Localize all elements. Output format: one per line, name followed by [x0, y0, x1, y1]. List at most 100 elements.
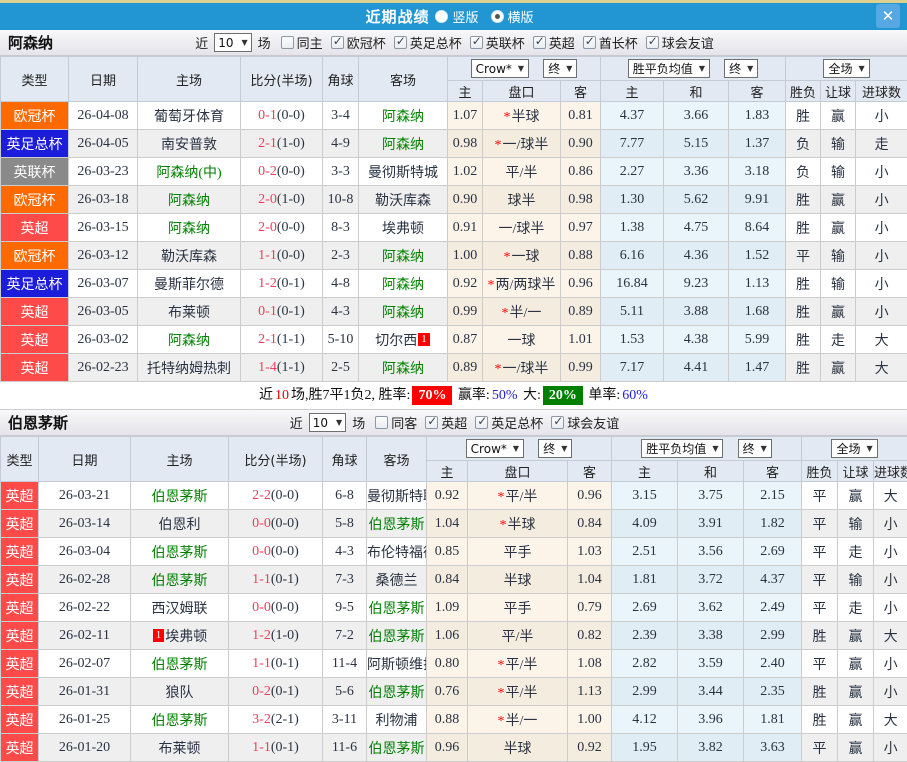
star-marker: *	[502, 306, 509, 321]
result-wdl: 平	[802, 538, 838, 566]
result-handicap: 赢	[821, 214, 856, 242]
recent-games-select[interactable]: 10▼	[214, 33, 251, 52]
avg-draw: 3.88	[664, 298, 729, 326]
result-wdl: 平	[802, 650, 838, 678]
avg-draw: 3.82	[678, 734, 744, 762]
odds-source-select[interactable]: Crow*▼	[471, 59, 529, 78]
result-wdl: 平	[802, 734, 838, 762]
match-row: 欧冠杯26-03-12勒沃库森1-1(0-0)2-3阿森纳1.00*一球0.88…	[1, 242, 907, 270]
sub-col-handicap: 盘口	[483, 81, 561, 102]
result-handicap: 赢	[821, 298, 856, 326]
results-table: 类型 日期 主场 比分(半场) 角球 客场 Crow*▼ 终▼ 胜平负均值▼ 终…	[0, 56, 907, 382]
col-header-home: 主场	[131, 437, 229, 482]
match-date: 26-03-05	[69, 298, 138, 326]
result-handicap: 赢	[838, 650, 874, 678]
star-marker: *	[498, 658, 505, 673]
league-badge: 欧冠杯	[1, 102, 69, 130]
match-row: 英超26-02-22西汉姆联0-0(0-0)9-5伯恩茅斯1.09平手0.792…	[1, 594, 907, 622]
home-team: 布莱顿	[138, 298, 241, 326]
fulltime-score: 2-0	[258, 220, 277, 235]
filter-checkbox[interactable]	[646, 36, 659, 49]
score-cell: 2-0(0-0)	[241, 214, 323, 242]
result-goals: 小	[874, 734, 907, 762]
home-team-name: 伯恩茅斯	[152, 490, 208, 505]
filter-checkbox[interactable]	[533, 36, 546, 49]
fulltime-score: 0-1	[258, 304, 277, 319]
avg-state-select[interactable]: 终▼	[724, 59, 758, 78]
filter-checkbox[interactable]	[475, 416, 488, 429]
home-team-name: 布莱顿	[159, 742, 201, 757]
result-goals: 大	[856, 354, 907, 382]
score-cell: 1-1(0-1)	[229, 734, 323, 762]
halftime-score: (0-0)	[271, 600, 299, 615]
filter-checkbox[interactable]	[394, 36, 407, 49]
chevron-down-icon: ▼	[566, 64, 572, 73]
layout-radio[interactable]	[491, 10, 504, 23]
away-team: 曼彻斯特城	[359, 158, 448, 186]
away-team-name: 切尔西	[375, 334, 417, 349]
score-cell: 2-2(0-0)	[229, 482, 323, 510]
avg-home: 5.11	[601, 298, 664, 326]
avg-away: 3.18	[729, 158, 786, 186]
match-row: 欧冠杯26-04-08葡萄牙体育0-1(0-0)3-4阿森纳1.07*半球0.8…	[1, 102, 907, 130]
avg-type-select[interactable]: 胜平负均值▼	[641, 439, 723, 458]
home-odds: 0.80	[427, 650, 468, 678]
odds-state-select[interactable]: 终▼	[543, 59, 577, 78]
halftime-score: (0-0)	[271, 544, 299, 559]
filter-checkbox[interactable]	[470, 36, 483, 49]
match-date: 26-02-07	[39, 650, 131, 678]
corners: 3-11	[323, 706, 367, 734]
filter-checkbox[interactable]	[425, 416, 438, 429]
result-goals: 大	[856, 326, 907, 354]
scope-select[interactable]: 全场▼	[831, 439, 877, 458]
result-wdl: 平	[802, 510, 838, 538]
avg-away: 2.69	[744, 538, 802, 566]
home-odds: 0.90	[448, 186, 483, 214]
recent-games-select[interactable]: 10▼	[309, 413, 346, 432]
match-row: 英足总杯26-03-07曼斯菲尔德1-2(0-1)4-8阿森纳0.92*两/两球…	[1, 270, 907, 298]
chevron-down-icon: ▼	[336, 418, 342, 427]
handicap-line: 半球	[468, 734, 568, 762]
avg-home: 3.15	[612, 482, 678, 510]
result-goals: 小	[856, 102, 907, 130]
odds-header-group: Crow*▼ 终▼	[427, 437, 612, 461]
handicap-line: 一/球半	[483, 214, 561, 242]
odds-state-select[interactable]: 终▼	[538, 439, 572, 458]
corners: 5-6	[323, 678, 367, 706]
away-team: 伯恩茅斯	[367, 734, 427, 762]
filter-checkbox[interactable]	[375, 416, 388, 429]
away-odds: 0.99	[561, 354, 601, 382]
filter-checkbox-label: 欧冠杯	[347, 33, 386, 52]
star-marker: *	[504, 110, 511, 125]
match-date: 26-03-04	[39, 538, 131, 566]
avg-type-select[interactable]: 胜平负均值▼	[628, 59, 710, 78]
avg-home: 1.95	[612, 734, 678, 762]
corners: 9-5	[323, 594, 367, 622]
home-team: 托特纳姆热刺	[138, 354, 241, 382]
match-row: 英超26-03-04伯恩茅斯0-0(0-0)4-3布伦特福德0.85平手1.03…	[1, 538, 907, 566]
scope-select[interactable]: 全场▼	[823, 59, 869, 78]
home-team-name: 南安普敦	[161, 138, 217, 153]
result-goals: 小	[874, 538, 907, 566]
layout-radio[interactable]	[435, 10, 448, 23]
avg-home: 4.37	[601, 102, 664, 130]
away-odds: 0.88	[561, 242, 601, 270]
handicap-line: *一/球半	[483, 130, 561, 158]
filter-checkbox[interactable]	[583, 36, 596, 49]
sub-col-home-odds: 主	[448, 81, 483, 102]
sub-col-avg-home: 主	[601, 81, 664, 102]
league-badge: 英超	[1, 706, 39, 734]
avg-state-select[interactable]: 终▼	[738, 439, 772, 458]
result-handicap: 输	[821, 270, 856, 298]
home-team-name: 西汉姆联	[152, 602, 208, 617]
match-row: 欧冠杯26-03-18阿森纳2-0(1-0)10-8勒沃库森0.90球半0.98…	[1, 186, 907, 214]
filter-checkbox[interactable]	[331, 36, 344, 49]
games-unit-label: 场	[258, 33, 271, 52]
match-date: 26-02-23	[69, 354, 138, 382]
odds-source-select[interactable]: Crow*▼	[466, 439, 524, 458]
filter-checkbox[interactable]	[551, 416, 564, 429]
away-team-name: 曼彻斯特联	[367, 490, 427, 505]
close-button[interactable]: ✕	[876, 4, 900, 28]
filter-checkbox[interactable]	[281, 36, 294, 49]
avg-home: 16.84	[601, 270, 664, 298]
